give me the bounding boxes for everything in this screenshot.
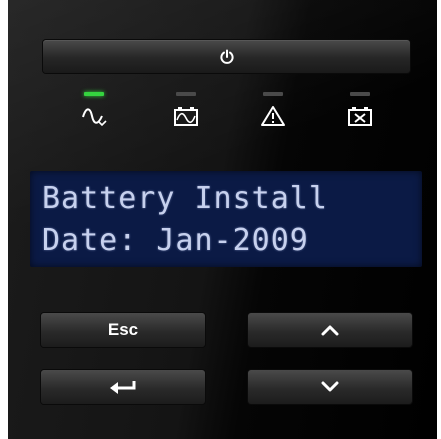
- indicator-on-battery: [166, 92, 206, 132]
- ac-input-led: [84, 92, 104, 96]
- battery-icon: [174, 107, 198, 126]
- chevron-up-icon: [321, 325, 339, 336]
- enter-button[interactable]: [41, 370, 205, 404]
- sine-wave-icon: [82, 108, 107, 127]
- power-button[interactable]: [43, 40, 410, 73]
- battery-fault-icon: [348, 107, 372, 126]
- warning-triangle-icon: [261, 106, 285, 126]
- lcd-line-1: Battery Install: [42, 181, 328, 216]
- down-button[interactable]: [248, 370, 412, 404]
- enter-arrow-icon: [110, 381, 136, 394]
- power-icon: [219, 49, 234, 64]
- chevron-down-icon: [321, 381, 339, 392]
- warning-led: [263, 92, 283, 96]
- up-button[interactable]: [248, 313, 412, 347]
- battery-fault-led: [350, 92, 370, 96]
- indicator-ac-input: [74, 92, 114, 132]
- ups-control-panel: Battery Install Date: Jan-2009 Esc: [8, 0, 437, 439]
- indicator-warning: [253, 92, 293, 132]
- lcd-display: Battery Install Date: Jan-2009: [30, 171, 422, 267]
- indicator-battery-fault: [340, 92, 380, 132]
- battery-led: [176, 92, 196, 96]
- lcd-line-2: Date: Jan-2009: [42, 223, 309, 258]
- esc-button[interactable]: Esc: [41, 313, 205, 347]
- esc-button-label: Esc: [107, 320, 139, 339]
